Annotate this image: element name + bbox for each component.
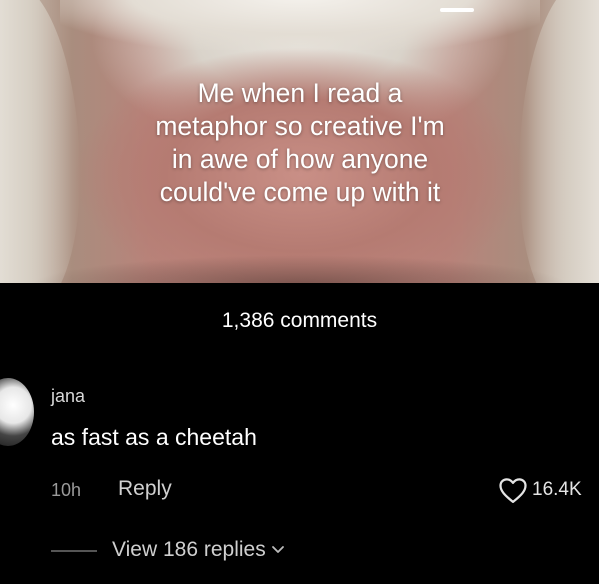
comment-timestamp: 10h xyxy=(51,480,82,500)
drag-handle[interactable] xyxy=(440,8,474,12)
caption-line: Me when I read a xyxy=(197,78,403,108)
view-replies-label: View 186 replies xyxy=(112,538,266,561)
chevron-down-icon xyxy=(271,546,284,553)
caption-line: metaphor so creative I'm xyxy=(155,111,445,141)
caption-line: could've come up with it xyxy=(159,177,441,207)
avatar[interactable] xyxy=(0,378,34,446)
comments-count: 1,386 comments xyxy=(221,309,378,332)
like-button[interactable]: 16.4K xyxy=(498,476,582,504)
post-image: Me when I read a metaphor so creative I'… xyxy=(0,0,599,283)
reply-button[interactable]: Reply xyxy=(118,477,172,501)
post-caption: Me when I read a metaphor so creative I'… xyxy=(100,77,500,209)
like-count: 16.4K xyxy=(532,479,582,500)
replies-divider xyxy=(51,550,97,552)
brow-shadow xyxy=(30,255,570,283)
caption-line: in awe of how anyone xyxy=(171,144,429,174)
view-replies-button[interactable]: View 186 replies xyxy=(112,538,285,562)
comment-text: as fast as a cheetah xyxy=(51,424,257,450)
comment-username[interactable]: jana xyxy=(51,386,85,407)
heart-icon xyxy=(499,478,527,503)
